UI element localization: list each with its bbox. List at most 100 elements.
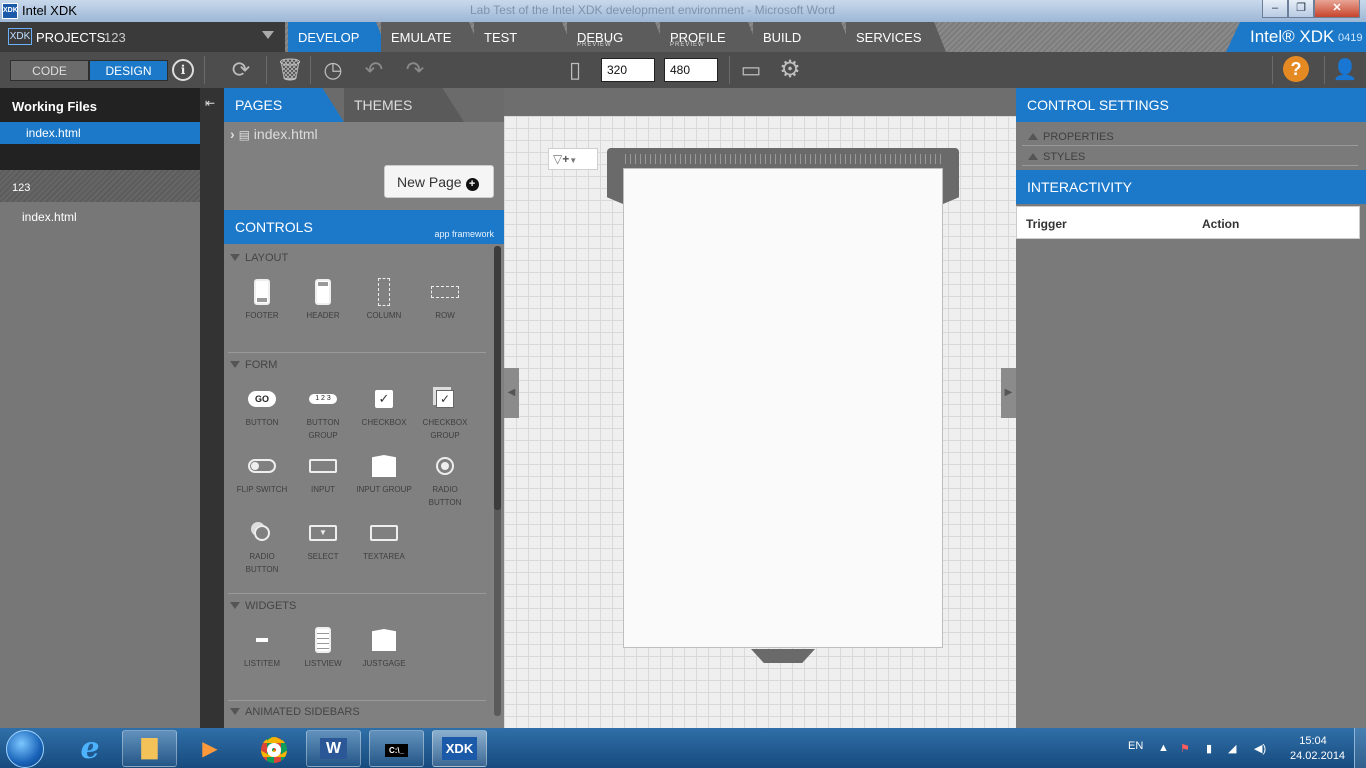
control-flip-switch[interactable]: FLIP SWITCH: [232, 452, 292, 496]
control-button[interactable]: GO BUTTON: [232, 385, 292, 429]
close-button[interactable]: ✕: [1314, 0, 1360, 18]
control-row[interactable]: ROW: [415, 278, 475, 322]
clock-date: 24.02.2014: [1290, 750, 1346, 762]
control-listview[interactable]: LISTVIEW: [293, 626, 353, 670]
clock[interactable]: 15:04 24.02.2014: [1290, 734, 1346, 764]
control-justgage-label: JUSTGAGE: [362, 659, 406, 668]
section-layout[interactable]: LAYOUT: [230, 252, 288, 264]
control-header[interactable]: HEADER: [293, 278, 353, 322]
trash-icon[interactable]: 🗑: [276, 57, 304, 83]
device-width-input[interactable]: [601, 58, 655, 82]
project-tree-title[interactable]: 123: [0, 170, 200, 202]
tab-services-label: SERVICES: [856, 30, 922, 45]
caret-down-icon: [230, 708, 240, 715]
button-group-icon: 1 2 3: [309, 385, 337, 413]
info-icon[interactable]: i: [172, 59, 194, 81]
action-center-icon[interactable]: ⚑: [1180, 742, 1190, 755]
taskbar-cmd[interactable]: C:\_: [369, 730, 424, 767]
chrome-icon[interactable]: [254, 732, 294, 766]
tab-debug-sublabel: PREVIEW: [577, 42, 612, 48]
device-frame-top[interactable]: [607, 148, 959, 170]
taskbar-xdk[interactable]: XDK: [432, 730, 487, 767]
control-column[interactable]: COLUMN: [354, 278, 414, 322]
framework-label[interactable]: app framework: [434, 229, 494, 239]
working-file-item[interactable]: index.html: [0, 122, 200, 144]
redo-icon[interactable]: ↷: [402, 57, 428, 83]
help-icon[interactable]: ?: [1283, 56, 1309, 82]
tray-expand-icon[interactable]: ▲: [1158, 742, 1169, 754]
xdk-logo: XDK: [8, 28, 32, 45]
volume-icon[interactable]: ◀): [1254, 742, 1266, 755]
gear-icon[interactable]: ⚙: [777, 57, 803, 83]
xdk-app-icon: XDK: [2, 3, 18, 19]
styles-section[interactable]: STYLES: [1022, 148, 1358, 166]
control-radio-button[interactable]: RADIO BUTTON: [415, 452, 475, 509]
code-mode-button[interactable]: CODE: [10, 60, 89, 81]
taskbar-word[interactable]: W: [306, 730, 361, 767]
tab-profile[interactable]: PROFILE PREVIEW: [660, 22, 760, 52]
control-button-group[interactable]: 1 2 3 BUTTON GROUP: [293, 385, 353, 442]
control-checkbox-group[interactable]: ✓ CHECKBOX GROUP: [415, 385, 475, 442]
section-animated-sidebars[interactable]: ANIMATED SIDEBARS: [230, 706, 360, 720]
control-justgage[interactable]: JUSTGAGE: [354, 626, 414, 670]
device-rotate-icon[interactable]: ▭: [738, 57, 764, 83]
network-icon[interactable]: ◢: [1228, 742, 1236, 755]
scrollbar-thumb[interactable]: [494, 246, 501, 510]
tab-profile-sublabel: PREVIEW: [670, 42, 705, 48]
media-player-icon[interactable]: ▶: [190, 732, 230, 766]
section-widgets[interactable]: WIDGETS: [230, 600, 296, 612]
tab-emulate[interactable]: EMULATE: [381, 22, 481, 52]
toolbar-divider: [1272, 56, 1273, 84]
history-icon[interactable]: ◷: [320, 57, 346, 83]
control-input-group[interactable]: INPUT GROUP: [354, 452, 414, 496]
collapse-left-icon[interactable]: ⇤: [205, 96, 215, 110]
toolbar-divider: [729, 56, 730, 84]
control-select[interactable]: ▼ SELECT: [293, 519, 353, 563]
maximize-button[interactable]: ❐: [1288, 0, 1314, 18]
refresh-icon[interactable]: ⟳: [228, 57, 254, 83]
radio-group-icon: [248, 519, 276, 547]
sidebar-collapse-strip[interactable]: ⇤: [200, 88, 224, 728]
control-footer[interactable]: FOOTER: [232, 278, 292, 322]
section-form[interactable]: FORM: [230, 359, 277, 371]
tab-develop[interactable]: DEVELOP: [288, 22, 388, 52]
controls-scrollbar[interactable]: [494, 246, 501, 716]
projects-label[interactable]: PROJECTS: [36, 30, 105, 45]
control-select-label: SELECT: [307, 552, 339, 561]
collapse-left-panel-icon[interactable]: ◀: [504, 368, 519, 418]
new-page-button[interactable]: New Page +: [384, 165, 494, 198]
control-textarea[interactable]: TEXTAREA: [354, 519, 414, 563]
user-icon[interactable]: 👤: [1332, 57, 1358, 83]
minimize-button[interactable]: –: [1262, 0, 1288, 18]
collapse-right-panel-icon[interactable]: ▶: [1001, 368, 1016, 418]
background-window-title: Lab Test of the Intel XDK development en…: [470, 3, 836, 17]
control-radio-button-group[interactable]: RADIO BUTTON: [232, 519, 292, 576]
device-screen[interactable]: [623, 168, 943, 648]
taskbar-explorer[interactable]: ▇: [122, 730, 177, 767]
device-portrait-icon[interactable]: ▯: [562, 57, 588, 83]
chevron-right-icon[interactable]: ›: [230, 126, 235, 142]
control-input[interactable]: INPUT: [293, 452, 353, 496]
page-list-item[interactable]: › ▤ index.html: [230, 126, 318, 142]
control-checkbox[interactable]: ✓ CHECKBOX: [354, 385, 414, 429]
chevron-down-icon[interactable]: [262, 31, 274, 39]
tab-pages[interactable]: PAGES: [224, 88, 344, 122]
projects-selector[interactable]: XDK PROJECTS 123: [0, 22, 285, 52]
start-button[interactable]: [6, 730, 44, 768]
device-height-input[interactable]: [664, 58, 718, 82]
undo-icon[interactable]: ↶: [361, 57, 387, 83]
properties-section[interactable]: PROPERTIES: [1022, 128, 1358, 146]
add-element-dropdown[interactable]: ▽+▼: [548, 148, 598, 170]
tab-test[interactable]: TEST: [474, 22, 574, 52]
tab-themes[interactable]: THEMES: [344, 88, 464, 122]
internet-explorer-icon[interactable]: e: [70, 732, 110, 766]
tab-build[interactable]: BUILD: [753, 22, 853, 52]
language-indicator[interactable]: EN: [1128, 740, 1143, 752]
tab-debug[interactable]: DEBUG PREVIEW: [567, 22, 667, 52]
design-mode-button[interactable]: DESIGN: [89, 60, 168, 81]
project-file-item[interactable]: index.html: [22, 210, 77, 224]
battery-icon[interactable]: ▮: [1206, 742, 1212, 755]
control-listitem[interactable]: LISTITEM: [232, 626, 292, 670]
show-desktop-button[interactable]: [1354, 728, 1366, 768]
tab-services[interactable]: SERVICES: [846, 22, 946, 52]
